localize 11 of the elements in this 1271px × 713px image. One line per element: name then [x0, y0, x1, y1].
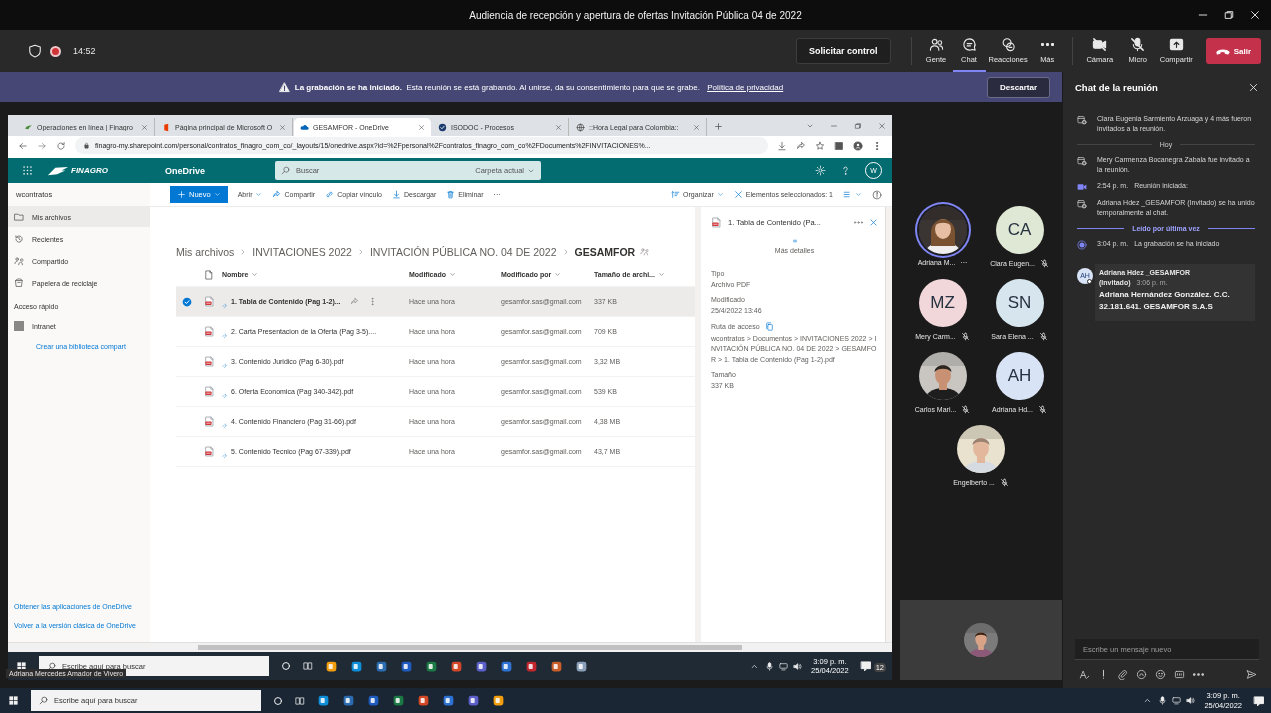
- avatar: SN: [995, 279, 1044, 327]
- avatar: CA: [995, 206, 1044, 254]
- window-title: Audiencia de recepción y apertura de ofertas Invitación Pública 04 de 2022: [469, 9, 802, 21]
- avatar: AH: [995, 352, 1044, 400]
- banner-message: La grabación se ha iniciado. Esta reunión se está grabando. Al unirse, da su consentimiento para que se grabe. Política de privacidad: [278, 81, 784, 93]
- message-text: Adriana Hernández González. C.C. 32.181.641. GESAMFOR S.A.S: [1099, 288, 1231, 313]
- chat-title: Chat de la reunión: [1075, 81, 1158, 93]
- breadcrumb-item: GESAMFOR: [574, 245, 636, 258]
- meeting-timer: 14:52: [73, 46, 96, 56]
- finagro-logo: FINAGRO: [47, 164, 137, 177]
- avatar: MZ: [918, 279, 967, 327]
